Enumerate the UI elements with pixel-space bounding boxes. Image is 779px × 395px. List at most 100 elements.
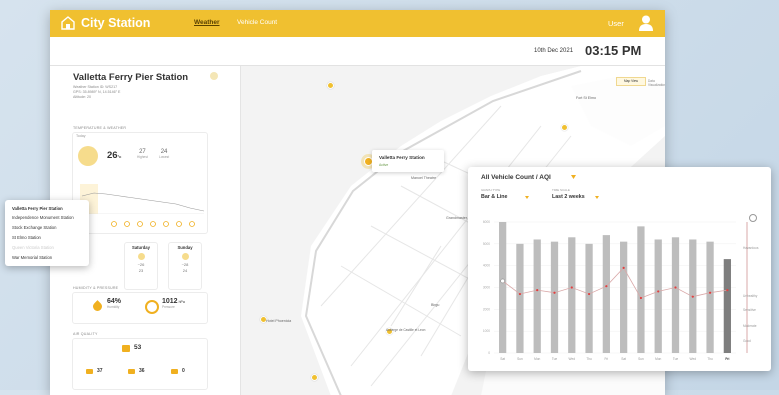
aqi-point	[500, 278, 505, 284]
user-label[interactable]: User	[608, 19, 624, 28]
aqi-icon	[122, 345, 130, 352]
chart-bar	[550, 241, 559, 353]
dropdown-option: Queen Victoria Station	[12, 245, 54, 250]
x-tick-label: Fri	[725, 357, 729, 361]
x-tick-label: Wed	[690, 357, 697, 361]
y-tick-label: 5000	[483, 242, 490, 246]
nav-vehicle-count[interactable]: Vehicle Count	[237, 19, 277, 26]
aqi-point	[657, 290, 660, 293]
x-tick-label: Thu	[586, 357, 592, 361]
x-tick-label: Fri	[604, 357, 608, 361]
station-pin[interactable]	[561, 124, 568, 131]
temp-low: 24 Lowest	[159, 149, 170, 159]
dropdown-option[interactable]: War Memorial Station	[12, 255, 52, 260]
cloud-icon	[78, 146, 98, 166]
vehicle-aqi-chart-card: All Vehicle Count / AQI Graph Type Bar &…	[468, 167, 771, 371]
map-label: Auberge de Castille et Leon	[386, 328, 426, 332]
x-tick-label: Sun	[517, 357, 523, 361]
dropdown-option[interactable]: St Elmo Station	[12, 235, 41, 240]
x-tick-label: Sun	[638, 357, 644, 361]
chart-bar	[706, 241, 714, 353]
aqi-point	[639, 296, 643, 300]
chart-bar	[533, 239, 541, 353]
aqi-point	[726, 289, 729, 292]
nav-weather[interactable]: Weather	[194, 19, 220, 26]
aqi-point	[708, 291, 712, 294]
pollutant-icon	[171, 369, 178, 374]
x-tick-label: Tue	[552, 357, 558, 361]
section-humidity-pressure: Humidity & Pressure	[73, 286, 119, 290]
current-time: 03:15 PM	[585, 43, 642, 58]
current-date: 10th Dec 2021	[534, 48, 574, 54]
aqi-point	[622, 266, 625, 269]
y-tick-label: 4000	[483, 264, 490, 268]
section-temp-weather: Temperature & Weather	[73, 126, 127, 130]
chart-bar	[499, 222, 507, 353]
dropdown-option[interactable]: Valletta Ferry Pier Station	[12, 206, 63, 211]
x-tick-label: Mon	[655, 357, 661, 361]
aqi-point	[691, 295, 694, 298]
map-label: Fort St Elmo	[576, 96, 596, 100]
y-tick-label: 1000	[483, 329, 490, 333]
chart-bar	[568, 237, 576, 353]
humidity-value: 64% Humidity	[107, 298, 122, 309]
station-dropdown-menu: Valletta Ferry Pier Station Independence…	[5, 200, 89, 266]
chart-bar	[671, 237, 680, 353]
city-logo-icon	[61, 16, 75, 30]
aqi-legend-label: Unhealthy	[743, 294, 758, 298]
chart-bar	[585, 243, 593, 353]
dropdown-option[interactable]: Stock Exchange Station	[12, 225, 56, 230]
station-name: Valletta Ferry Pier Station	[73, 72, 189, 83]
y-tick-label: 2000	[483, 307, 490, 311]
station-gps: GPS: 35.8989° N, 14.5146° E	[73, 90, 121, 94]
station-id: Weather Station ID: WS217	[73, 85, 118, 89]
aqi-legend-label: Sensitive	[743, 308, 756, 312]
station-dropdown-icon[interactable]	[210, 72, 218, 80]
x-tick-label: Tue	[673, 357, 679, 361]
map-label: Manoel Theatre	[411, 176, 437, 180]
y-tick-label: 6000	[483, 220, 490, 224]
station-pin[interactable]	[327, 82, 334, 89]
station-altitude: Altitude: 20	[73, 95, 91, 99]
user-avatar-icon[interactable]	[639, 15, 653, 31]
forecast-day: Sunday ~28 24	[168, 242, 202, 290]
aqi-point	[553, 291, 556, 294]
station-callout[interactable]: Valletta Ferry Station Active	[372, 150, 444, 172]
aqi-legend-label: Moderate	[743, 324, 757, 328]
hourly-weather-icons	[111, 221, 195, 227]
pollutant-icon	[86, 369, 93, 374]
aqi-point	[605, 285, 608, 288]
app-title[interactable]: City Station	[81, 16, 150, 30]
y-tick-label: 0	[488, 351, 490, 355]
dropdown-option[interactable]: Independence Monument Station	[12, 215, 74, 220]
aqi-point	[587, 292, 591, 296]
chart-bar	[654, 239, 662, 353]
chart-bar	[620, 241, 628, 353]
aqi-point	[674, 286, 677, 289]
map-view-toggle[interactable]: Map View	[616, 77, 646, 86]
pollutant-icon	[128, 369, 135, 374]
chart-bar	[637, 226, 645, 353]
chart-bar	[516, 243, 524, 353]
data-viz-toggle[interactable]: Data Visualization	[648, 79, 665, 87]
aqi-value: 53	[134, 344, 142, 351]
chart-bar	[723, 259, 731, 353]
pollutant-value: 36	[139, 368, 145, 374]
pressure-gauge-icon	[145, 300, 159, 314]
station-pin[interactable]	[311, 374, 318, 381]
temp-high: 27 Highest	[137, 149, 148, 159]
map-label: Hotel Phoenicia	[266, 319, 292, 323]
x-tick-label: Thu	[707, 357, 713, 361]
hourly-temp-graph	[80, 184, 204, 214]
aqi-legend-label: Hazardous	[743, 246, 759, 250]
pollutant-value: 37	[97, 368, 103, 374]
y-tick-label: 3000	[483, 286, 490, 290]
x-tick-label: Mon	[534, 357, 540, 361]
vehicle-aqi-chart: 6000 5000 4000 3000 2000 1000 0 Sat Sun Mon Tue Wed…	[483, 220, 748, 361]
x-tick-label: Wed	[569, 357, 576, 361]
aqi-point	[536, 289, 539, 292]
pressure-value: 1012 hPa Pressure	[162, 298, 185, 309]
aqi-point	[570, 286, 573, 289]
aqi-legend-label: Good	[743, 339, 751, 343]
today-label: Today	[76, 134, 86, 138]
